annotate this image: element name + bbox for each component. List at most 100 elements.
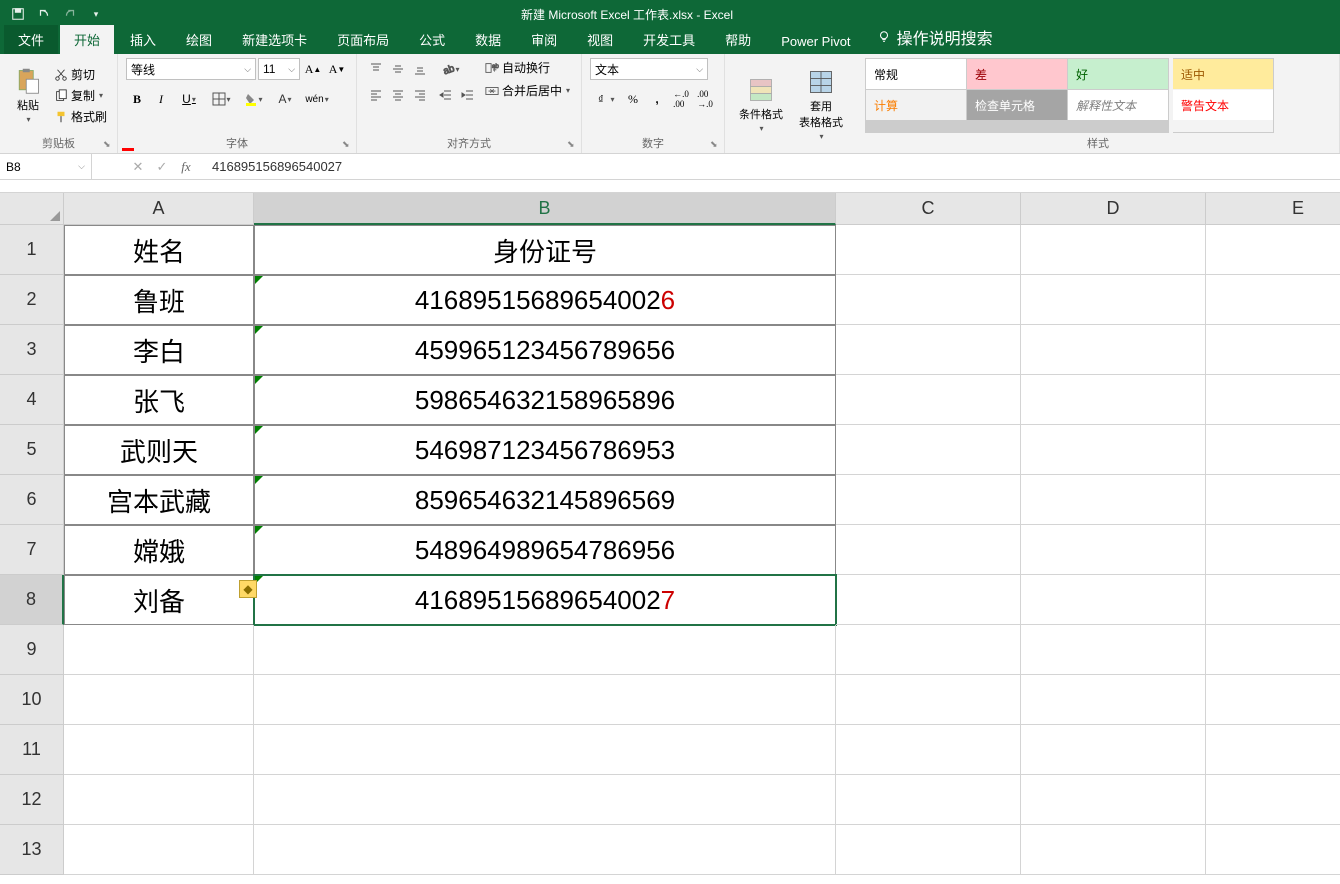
cancel-icon[interactable]: ✕ xyxy=(126,157,150,177)
cell-a11[interactable] xyxy=(64,725,254,775)
tab-powerpivot[interactable]: Power Pivot xyxy=(767,29,864,54)
row-header-7[interactable]: 7 xyxy=(0,525,64,575)
tab-newtab[interactable]: 新建选项卡 xyxy=(228,25,321,54)
style-warn[interactable]: 警告文本 xyxy=(1173,90,1273,120)
merge-center-button[interactable]: 合并后居中▾ xyxy=(483,81,573,100)
tab-help[interactable]: 帮助 xyxy=(711,25,765,54)
cell-c3[interactable] xyxy=(836,325,1021,375)
col-header-d[interactable]: D xyxy=(1021,193,1206,225)
table-format-button[interactable]: 套用 表格格式▾ xyxy=(793,58,849,151)
chevron-down-icon[interactable]: ⌵ xyxy=(78,161,85,172)
comma-button[interactable]: , xyxy=(646,88,668,110)
cell-d2[interactable] xyxy=(1021,275,1206,325)
cell-b4[interactable]: 598654632158965896 xyxy=(254,375,836,425)
align-right-button[interactable] xyxy=(409,84,431,106)
align-bottom-button[interactable] xyxy=(409,58,431,80)
cell-e1[interactable] xyxy=(1206,225,1340,275)
decrease-indent-button[interactable] xyxy=(435,84,457,106)
fill-color-button[interactable]: ▾ xyxy=(238,88,268,110)
tab-view[interactable]: 视图 xyxy=(573,25,627,54)
decrease-font-button[interactable]: A▼ xyxy=(326,58,348,80)
cell-d3[interactable] xyxy=(1021,325,1206,375)
row-header-9[interactable]: 9 xyxy=(0,625,64,675)
tab-home[interactable]: 开始 xyxy=(60,25,114,54)
cell-e13[interactable] xyxy=(1206,825,1340,875)
select-all-corner[interactable] xyxy=(0,193,64,225)
conditional-format-button[interactable]: 条件格式▾ xyxy=(733,58,789,151)
row-header-2[interactable]: 2 xyxy=(0,275,64,325)
italic-button[interactable]: I xyxy=(150,88,172,110)
cell-b10[interactable] xyxy=(254,675,836,725)
cell-a1[interactable]: 姓名 xyxy=(64,225,254,275)
cut-button[interactable]: 剪切 xyxy=(52,65,109,84)
cell-c6[interactable] xyxy=(836,475,1021,525)
row-header-4[interactable]: 4 xyxy=(0,375,64,425)
row-header-11[interactable]: 11 xyxy=(0,725,64,775)
error-indicator-icon[interactable]: ◆ xyxy=(239,580,257,598)
cell-e12[interactable] xyxy=(1206,775,1340,825)
cell-b7[interactable]: 548964989654786956 xyxy=(254,525,836,575)
name-box[interactable]: B8 ⌵ xyxy=(0,154,92,179)
col-header-b[interactable]: B xyxy=(254,193,836,225)
col-header-a[interactable]: A xyxy=(64,193,254,225)
cell-a6[interactable]: 宫本武藏 xyxy=(64,475,254,525)
increase-decimal-button[interactable]: ←.0.00 xyxy=(670,88,692,110)
cell-d9[interactable] xyxy=(1021,625,1206,675)
tab-layout[interactable]: 页面布局 xyxy=(323,25,403,54)
paste-button[interactable]: 粘贴 ▾ xyxy=(8,58,48,133)
cell-e10[interactable] xyxy=(1206,675,1340,725)
tab-data[interactable]: 数据 xyxy=(461,25,515,54)
cell-d8[interactable] xyxy=(1021,575,1206,625)
cell-a8[interactable]: 刘备 ◆ xyxy=(64,575,254,625)
style-bad[interactable]: 差 xyxy=(967,59,1067,89)
tab-formulas[interactable]: 公式 xyxy=(405,25,459,54)
font-size-combo[interactable]: 11⌵ xyxy=(258,58,300,80)
cell-c8[interactable] xyxy=(836,575,1021,625)
cell-e6[interactable] xyxy=(1206,475,1340,525)
cell-b5[interactable]: 546987123456786953 xyxy=(254,425,836,475)
cell-b13[interactable] xyxy=(254,825,836,875)
cell-e7[interactable] xyxy=(1206,525,1340,575)
row-header-12[interactable]: 12 xyxy=(0,775,64,825)
underline-button[interactable]: U▾ xyxy=(174,88,204,110)
style-check[interactable]: 检查单元格 xyxy=(967,90,1067,120)
number-launcher[interactable]: ⬊ xyxy=(710,139,722,151)
cell-d12[interactable] xyxy=(1021,775,1206,825)
cell-c9[interactable] xyxy=(836,625,1021,675)
cell-a4[interactable]: 张飞 xyxy=(64,375,254,425)
cell-d10[interactable] xyxy=(1021,675,1206,725)
cell-c5[interactable] xyxy=(836,425,1021,475)
cell-d5[interactable] xyxy=(1021,425,1206,475)
decrease-decimal-button[interactable]: .00→.0 xyxy=(694,88,716,110)
orientation-button[interactable]: ab▾ xyxy=(435,58,465,80)
tab-insert[interactable]: 插入 xyxy=(116,25,170,54)
row-header-13[interactable]: 13 xyxy=(0,825,64,875)
cell-d13[interactable] xyxy=(1021,825,1206,875)
cell-c11[interactable] xyxy=(836,725,1021,775)
row-header-10[interactable]: 10 xyxy=(0,675,64,725)
font-launcher[interactable]: ⬊ xyxy=(342,139,354,151)
phonetic-button[interactable]: wén▾ xyxy=(302,88,332,110)
redo-icon[interactable] xyxy=(58,3,82,25)
font-color-button[interactable]: A▾ xyxy=(270,88,300,110)
cell-b3[interactable]: 459965123456789656 xyxy=(254,325,836,375)
row-header-1[interactable]: 1 xyxy=(0,225,64,275)
align-left-button[interactable] xyxy=(365,84,387,106)
formula-input[interactable]: 416895156896540027 xyxy=(202,159,1340,174)
format-painter-button[interactable]: 格式刷 xyxy=(52,107,109,126)
borders-button[interactable]: ▾ xyxy=(206,88,236,110)
cell-c13[interactable] xyxy=(836,825,1021,875)
number-format-combo[interactable]: 文本⌵ xyxy=(590,58,708,80)
cell-e11[interactable] xyxy=(1206,725,1340,775)
cell-b2[interactable]: 416895156896540026 xyxy=(254,275,836,325)
row-header-8[interactable]: 8 xyxy=(0,575,64,625)
cell-e8[interactable] xyxy=(1206,575,1340,625)
tab-draw[interactable]: 绘图 xyxy=(172,25,226,54)
save-icon[interactable] xyxy=(6,3,30,25)
cell-a3[interactable]: 李白 xyxy=(64,325,254,375)
tab-review[interactable]: 审阅 xyxy=(517,25,571,54)
cell-b12[interactable] xyxy=(254,775,836,825)
cell-c12[interactable] xyxy=(836,775,1021,825)
cell-b1[interactable]: 身份证号 xyxy=(254,225,836,275)
clipboard-launcher[interactable]: ⬊ xyxy=(103,139,115,151)
